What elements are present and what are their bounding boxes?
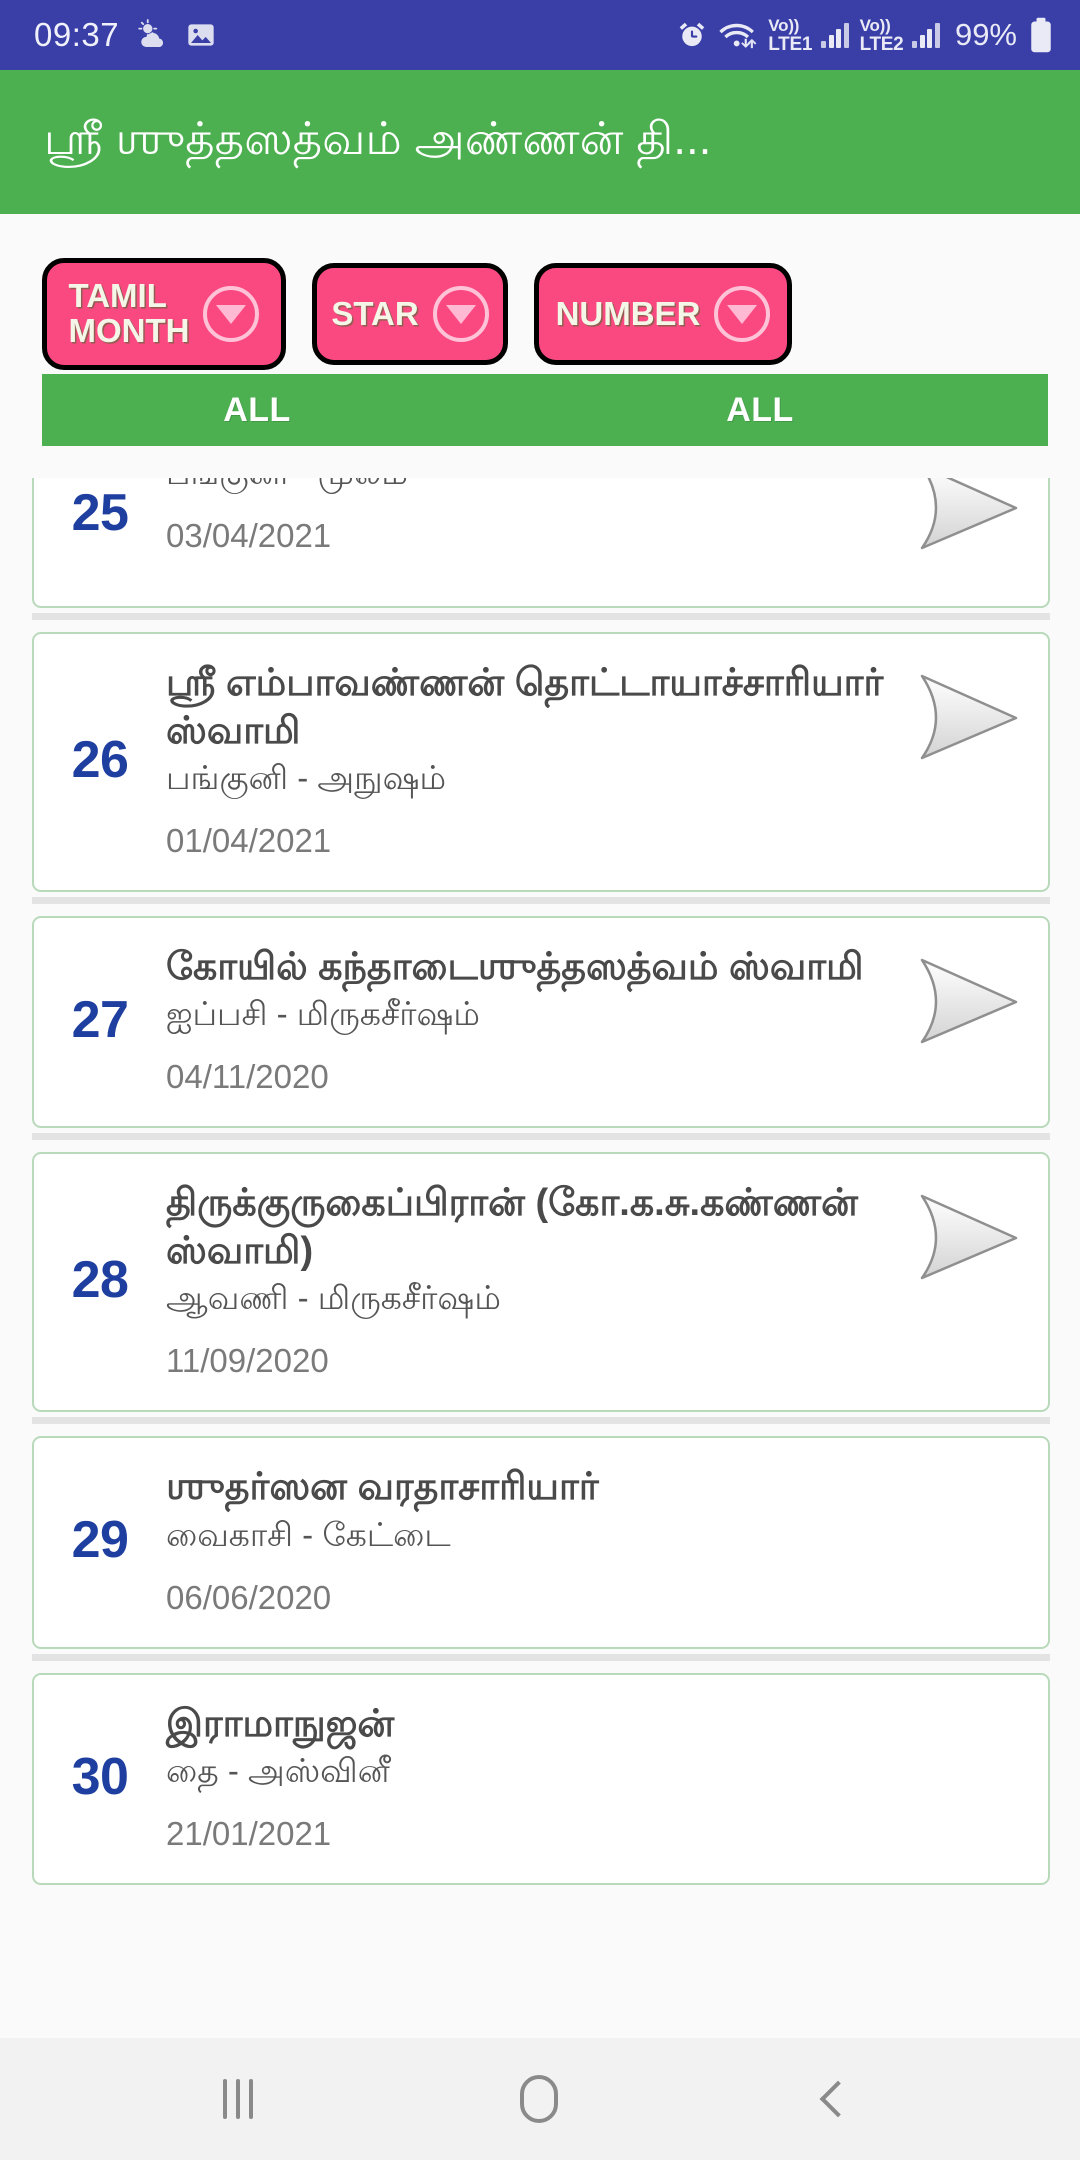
list-item[interactable]: 28 திருக்குருகைப்பிரான் (கோ.க.சு.கண்ணன் … — [32, 1152, 1050, 1413]
list-item-subtitle: பங்குனி - அநுஷம் — [166, 759, 447, 796]
list-item-body: இராமாநுஜன் தை - அஸ்வினீ 21/01/2021 — [166, 1701, 1048, 1853]
list-item-title: திருக்குருகைப்பிரான் (கோ.க.சு.கண்ணன் ஸ்வ… — [166, 1182, 858, 1272]
page-title: ஸ்ரீ ஶுத்தஸத்வம் அண்ணன் தி... — [44, 113, 712, 164]
arrow-right-icon[interactable] — [916, 668, 1020, 764]
sim2-volte-bottom: LTE2 — [859, 33, 904, 55]
list-item-date: 21/01/2021 — [166, 1814, 332, 1852]
list-container: 25 பங்குனி - மூலம் 03/04/2021 — [0, 478, 1080, 1885]
list-item-date: 03/04/2021 — [166, 516, 332, 554]
alarm-icon — [676, 19, 708, 51]
selection-cell-star[interactable]: ALL — [472, 391, 1048, 430]
list-item-subtitle: தை - அஸ்வினீ — [166, 1752, 390, 1790]
list-item-number: 28 — [71, 1251, 129, 1310]
list-divider — [32, 896, 1050, 904]
list-item-title: கோயில் கந்தாடைஶுத்தஸத்வம் ஸ்வாமி — [166, 945, 864, 988]
status-bar-left: 09:37 — [34, 16, 217, 54]
list-item-subtitle: ஆவணி - மிருகசீர்ஷம் — [166, 1279, 501, 1317]
filter-star-button[interactable]: STAR — [312, 263, 508, 365]
chevron-down-icon[interactable] — [432, 286, 489, 342]
list-divider — [32, 1133, 1050, 1141]
list-item-title: ஶுதர்ஸன வரதாசாரியார் — [166, 1466, 599, 1509]
list-item-date: 01/04/2021 — [166, 821, 332, 859]
home-icon[interactable] — [519, 2075, 558, 2123]
sim1-volte-top: Vo)) — [768, 15, 800, 35]
list-item-date: 11/09/2020 — [166, 1342, 329, 1380]
arrow-right-icon[interactable] — [916, 952, 1020, 1048]
image-icon — [185, 19, 217, 51]
sim1-volte-indicator: Vo)) LTE1 — [768, 17, 812, 54]
list-item-body: ஶுதர்ஸன வரதாசாரியார் வைகாசி - கேட்டை 06/… — [166, 1464, 1048, 1616]
list-item-number: 29 — [71, 1511, 129, 1570]
system-nav-bar — [0, 2038, 1080, 2160]
sim2-signal-icon — [912, 22, 940, 48]
list-item-subtitle: வைகாசி - கேட்டை — [166, 1515, 451, 1553]
list-item[interactable]: 29 ஶுதர்ஸன வரதாசாரியார் வைகாசி - கேட்டை … — [32, 1436, 1050, 1649]
status-bar-right: Vo)) LTE1 Vo)) LTE2 99% — [676, 17, 1054, 54]
selection-cell-month[interactable]: ALL — [42, 391, 472, 430]
filter-tamil-month-label: TAMIL MONTH — [68, 277, 190, 349]
sim1-volte-bottom: LTE1 — [768, 33, 813, 55]
status-bar: 09:37 Vo)) LTE1 Vo)) LTE2 99% — [0, 0, 1080, 70]
weather-icon — [135, 18, 169, 52]
filter-number-button[interactable]: NUMBER — [534, 263, 792, 365]
filter-number-label: NUMBER — [555, 294, 701, 332]
list-divider — [32, 1653, 1050, 1661]
wifi-icon — [719, 19, 757, 51]
list-item-subtitle: பங்குனி - மூலம் — [166, 478, 898, 495]
list-item-number: 27 — [71, 991, 129, 1050]
list-divider — [32, 1417, 1050, 1425]
list-scroll-area[interactable]: 25 பங்குனி - மூலம் 03/04/2021 — [0, 478, 1080, 2010]
list-item[interactable]: 25 பங்குனி - மூலம் 03/04/2021 — [32, 478, 1050, 608]
list-item-number: 26 — [71, 730, 129, 789]
app-header: ஸ்ரீ ஶுத்தஸத்வம் அண்ணன் தி... — [0, 70, 1080, 214]
chevron-down-icon[interactable] — [203, 286, 260, 342]
arrow-right-icon[interactable] — [916, 478, 1020, 554]
filter-tamil-month-button[interactable]: TAMIL MONTH — [42, 258, 286, 370]
list-item-title: இராமாநுஜன் — [166, 1702, 395, 1745]
sim2-volte-indicator: Vo)) LTE2 — [860, 17, 904, 54]
list-divider — [32, 613, 1050, 620]
arrow-right-icon[interactable] — [916, 1188, 1020, 1284]
list-item-title: ஸ்ரீ எம்பாவண்ணன் தொட்டாயாச்சாரியார் ஸ்வா… — [166, 662, 884, 752]
chevron-down-icon[interactable] — [714, 286, 771, 342]
list-item-date: 06/06/2020 — [166, 1578, 332, 1616]
list-item-number: 30 — [71, 1747, 129, 1806]
status-clock: 09:37 — [34, 16, 120, 53]
battery-icon — [1028, 17, 1054, 53]
battery-percentage: 99% — [954, 17, 1017, 52]
filter-row: TAMIL MONTH STAR NUMBER — [0, 214, 1080, 374]
list-item[interactable]: 30 இராமாநுஜன் தை - அஸ்வினீ 21/01/2021 — [32, 1672, 1050, 1885]
list-item[interactable]: 27 கோயில் கந்தாடைஶுத்தஸத்வம் ஸ்வாமி ஐப்ப… — [32, 915, 1050, 1129]
list-item[interactable]: 26 ஸ்ரீ எம்பாவண்ணன் தொட்டாயாச்சாரியார் ஸ… — [32, 632, 1050, 892]
selection-bar: ALL ALL — [42, 374, 1048, 446]
sim1-signal-icon — [821, 22, 849, 48]
back-icon[interactable] — [819, 2080, 857, 2118]
list-item-date: 04/11/2020 — [166, 1058, 329, 1096]
list-item-subtitle: ஐப்பசி - மிருகசீர்ஷம் — [166, 995, 480, 1033]
filter-star-label: STAR — [331, 294, 419, 332]
recents-icon[interactable] — [223, 2079, 254, 2119]
sim2-volte-top: Vo)) — [859, 15, 891, 35]
list-item-number: 25 — [71, 484, 129, 542]
